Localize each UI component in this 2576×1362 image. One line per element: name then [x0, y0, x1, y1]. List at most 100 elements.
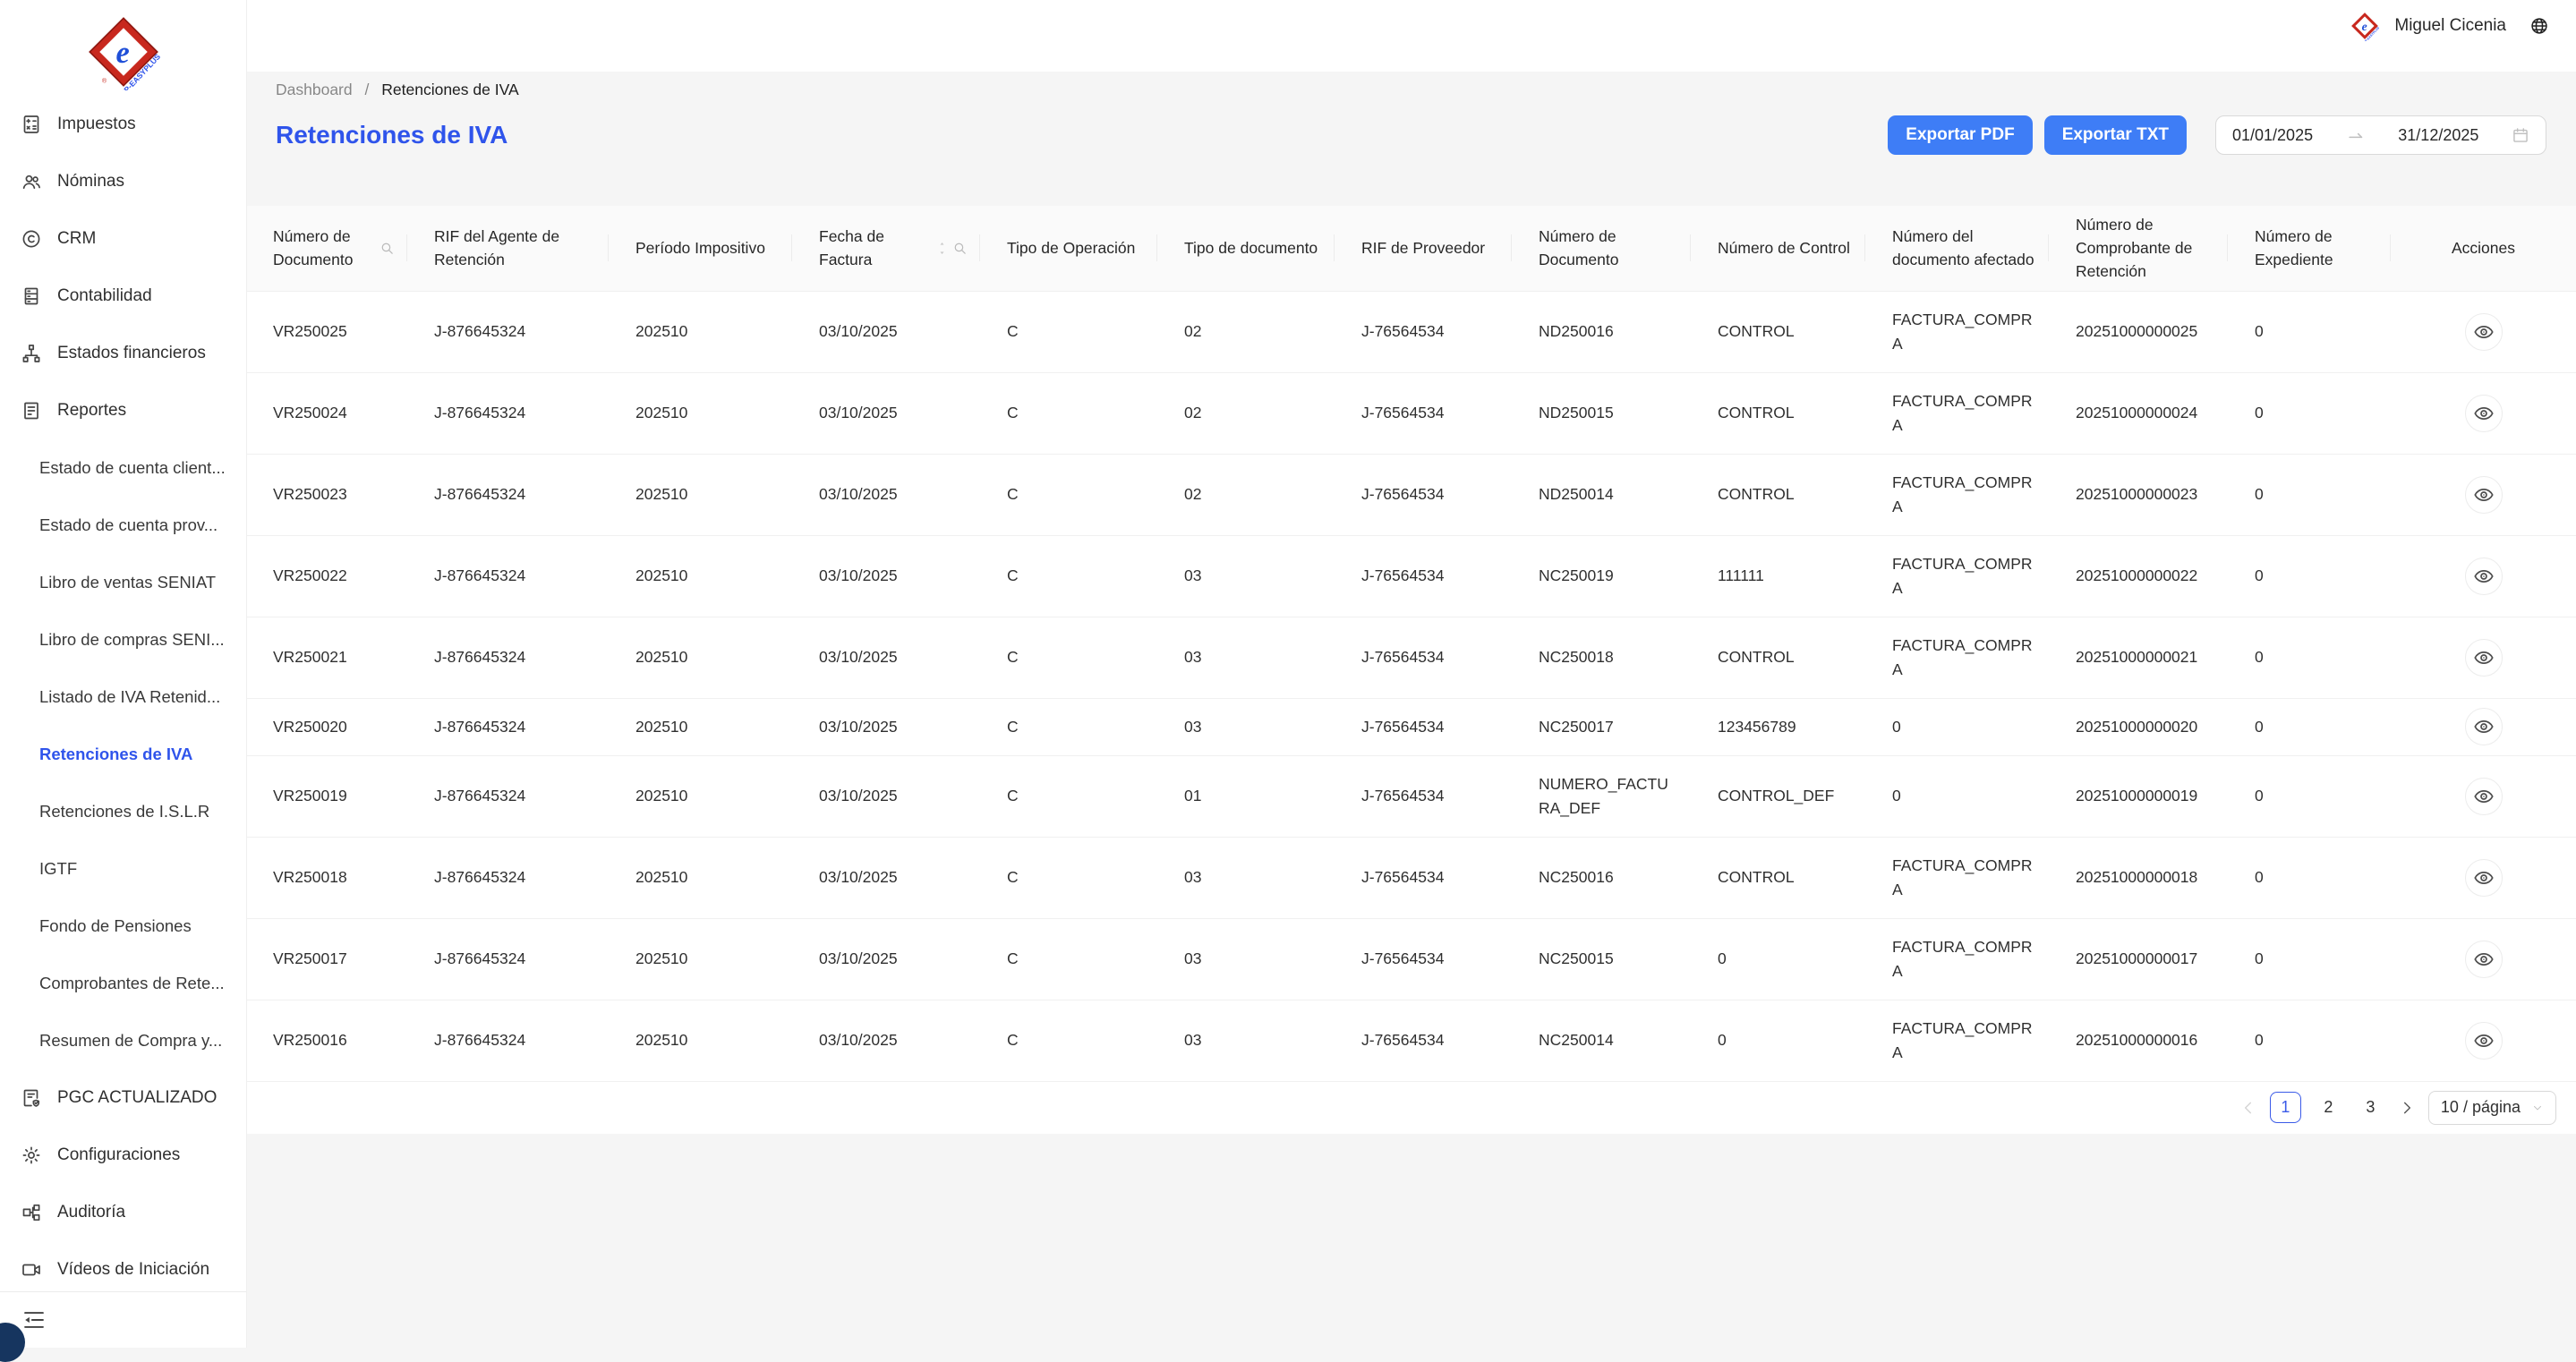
column-header-numero-de-control: Número de Control [1691, 206, 1865, 291]
cell-numero-del-documento-afectado: FACTURA_COMPRA [1865, 291, 2049, 372]
view-row-button[interactable] [2465, 313, 2503, 351]
cell-rif-del-agente-de-retencion: J-876645324 [407, 372, 609, 454]
sidebar-item-igtf[interactable]: IGTF [0, 840, 246, 898]
page-button-2[interactable]: 2 [2314, 1093, 2343, 1122]
sidebar-item-configuraciones[interactable]: Configuraciones [0, 1127, 246, 1184]
view-row-button[interactable] [2465, 708, 2503, 745]
database-icon [21, 285, 42, 307]
search-icon[interactable] [380, 241, 395, 256]
column-label: RIF del Agente de Retención [434, 225, 596, 271]
sidebar-item-pgc-actualizado[interactable]: PGC ACTUALIZADO [0, 1069, 246, 1127]
sidebar-item-nominas[interactable]: Nóminas [0, 153, 246, 210]
cell-acciones [2391, 755, 2576, 837]
cell-numero-de-expediente: 0 [2228, 837, 2391, 918]
cell-numero-de-control: CONTROL [1691, 291, 1865, 372]
sidebar-item-crm[interactable]: CRM [0, 210, 246, 268]
sidebar-item-estado-de-cuenta-client[interactable]: Estado de cuenta client... [0, 439, 246, 497]
view-row-button[interactable] [2465, 859, 2503, 897]
sidebar-item-retenciones-de-i-s-l-r[interactable]: Retenciones de I.S.L.R [0, 783, 246, 840]
sidebar-item-label: PGC ACTUALIZADO [57, 1088, 217, 1108]
cell-numero-de-control: 0 [1691, 1000, 1865, 1081]
copyright-icon [21, 228, 42, 250]
breadcrumb-dashboard[interactable]: Dashboard [276, 81, 353, 98]
cell-tipo-de-documento: 03 [1157, 617, 1335, 698]
sidebar-item-label: Listado de IVA Retenid... [39, 687, 220, 707]
cell-numero-de-documento: NUMERO_FACTURA_DEF [1512, 755, 1691, 837]
start-date-input[interactable]: 01/01/2025 [2232, 126, 2313, 145]
cell-rif-de-proveedor: J-76564534 [1335, 837, 1512, 918]
cell-fecha-de-factura: 03/10/2025 [792, 454, 980, 535]
view-row-button[interactable] [2465, 941, 2503, 978]
caret-down-icon [937, 249, 947, 256]
cell-numero-de-comprobante-de-retencion: 20251000000023 [2049, 454, 2228, 535]
end-date-input[interactable]: 31/12/2025 [2398, 126, 2478, 145]
search-icon[interactable] [952, 241, 968, 256]
view-row-button[interactable] [2465, 395, 2503, 432]
date-range-picker[interactable]: 01/01/2025 31/12/2025 [2215, 115, 2546, 155]
cell-tipo-de-operacion: C [980, 617, 1157, 698]
column-label: Número de Expediente [2255, 225, 2378, 271]
cell-fecha-de-factura: 03/10/2025 [792, 372, 980, 454]
breadcrumb: Dashboard / Retenciones de IVA [246, 72, 2576, 100]
page-button-3[interactable]: 3 [2356, 1093, 2385, 1122]
view-row-button[interactable] [2465, 639, 2503, 677]
sidebar-item-label: Libro de ventas SENIAT [39, 573, 216, 592]
sidebar-item-resumen-de-compra-y[interactable]: Resumen de Compra y... [0, 1012, 246, 1069]
cell-rif-del-agente-de-retencion: J-876645324 [407, 918, 609, 1000]
sidebar-item-fondo-de-pensiones[interactable]: Fondo de Pensiones [0, 898, 246, 955]
sidebar-item-retenciones-de-iva[interactable]: Retenciones de IVA [0, 726, 246, 783]
cell-numero-de-comprobante-de-retencion: 20251000000020 [2049, 698, 2228, 755]
cell-numero-de-comprobante-de-retencion: 20251000000021 [2049, 617, 2228, 698]
user-name[interactable]: Miguel Cicenia [2394, 16, 2506, 36]
sidebar-item-libro-de-compras-seni[interactable]: Libro de compras SENI... [0, 611, 246, 668]
page-actions: Exportar PDF Exportar TXT 01/01/2025 31/… [1888, 115, 2546, 155]
view-row-button[interactable] [2465, 778, 2503, 815]
view-row-button[interactable] [2465, 476, 2503, 514]
view-row-button[interactable] [2465, 558, 2503, 595]
sidebar-item-libro-de-ventas-seniat[interactable]: Libro de ventas SENIAT [0, 554, 246, 611]
sidebar-item-impuestos[interactable]: Impuestos [0, 96, 246, 153]
export-pdf-button[interactable]: Exportar PDF [1888, 115, 2032, 155]
sidebar-item-contabilidad[interactable]: Contabilidad [0, 268, 246, 325]
column-label: Período Impositivo [635, 236, 780, 260]
menu-fold-icon[interactable] [21, 1307, 47, 1332]
cell-numero-de-expediente: 0 [2228, 918, 2391, 1000]
cell-numero-de-expediente: 0 [2228, 617, 2391, 698]
file-protect-icon [21, 1087, 42, 1109]
eye-icon [2473, 647, 2495, 668]
column-header-numero-del-documento-afectado: Número del documento afectado [1865, 206, 2049, 291]
cell-numero-de-comprobante-de-retencion: 20251000000018 [2049, 837, 2228, 918]
user-area[interactable]: e ERP-EASYPLUS Miguel Cicenia [2350, 9, 2549, 43]
sidebar-item-comprobantes-de-rete[interactable]: Comprobantes de Rete... [0, 955, 246, 1012]
cell-tipo-de-operacion: C [980, 698, 1157, 755]
cell-fecha-de-factura: 03/10/2025 [792, 535, 980, 617]
cell-numero-de-control: CONTROL [1691, 837, 1865, 918]
sidebar-item-reportes[interactable]: Reportes [0, 382, 246, 439]
sidebar-item-videos-de-iniciacion[interactable]: Vídeos de Iniciación [0, 1241, 246, 1291]
cell-numero-de-expediente: 0 [2228, 755, 2391, 837]
sidebar-item-estado-de-cuenta-prov[interactable]: Estado de cuenta prov... [0, 497, 246, 554]
column-header-tipo-de-documento: Tipo de documento [1157, 206, 1335, 291]
retenciones-table: Número de DocumentoRIF del Agente de Ret… [246, 206, 2576, 1082]
retenciones-table-card: Número de DocumentoRIF del Agente de Ret… [246, 206, 2576, 1134]
column-header-fecha-de-factura[interactable]: Fecha de Factura [792, 206, 980, 291]
sidebar-item-estados-financieros[interactable]: Estados financieros [0, 325, 246, 382]
chevron-right-icon[interactable] [2398, 1099, 2416, 1117]
globe-icon[interactable] [2529, 16, 2549, 36]
table-row: VR250019J-87664532420251003/10/2025C01J-… [246, 755, 2576, 837]
cell-tipo-de-documento: 01 [1157, 755, 1335, 837]
topbar: e ERP-EASYPLUS Miguel Cicenia [246, 0, 2576, 72]
svg-text:e: e [2362, 20, 2367, 33]
chevron-left-icon[interactable] [2239, 1099, 2257, 1117]
eye-icon [2473, 949, 2495, 970]
sorter-icon[interactable] [937, 241, 947, 256]
sidebar-item-auditoria[interactable]: Auditoría [0, 1184, 246, 1241]
sidebar-item-listado-de-iva-retenid[interactable]: Listado de IVA Retenid... [0, 668, 246, 726]
calendar-icon[interactable] [2512, 126, 2529, 144]
cell-acciones [2391, 372, 2576, 454]
page-button-1[interactable]: 1 [2270, 1092, 2301, 1123]
export-txt-button[interactable]: Exportar TXT [2044, 115, 2187, 155]
page-size-select[interactable]: 10 / página [2428, 1091, 2556, 1125]
eye-icon [2473, 484, 2495, 506]
view-row-button[interactable] [2465, 1022, 2503, 1060]
